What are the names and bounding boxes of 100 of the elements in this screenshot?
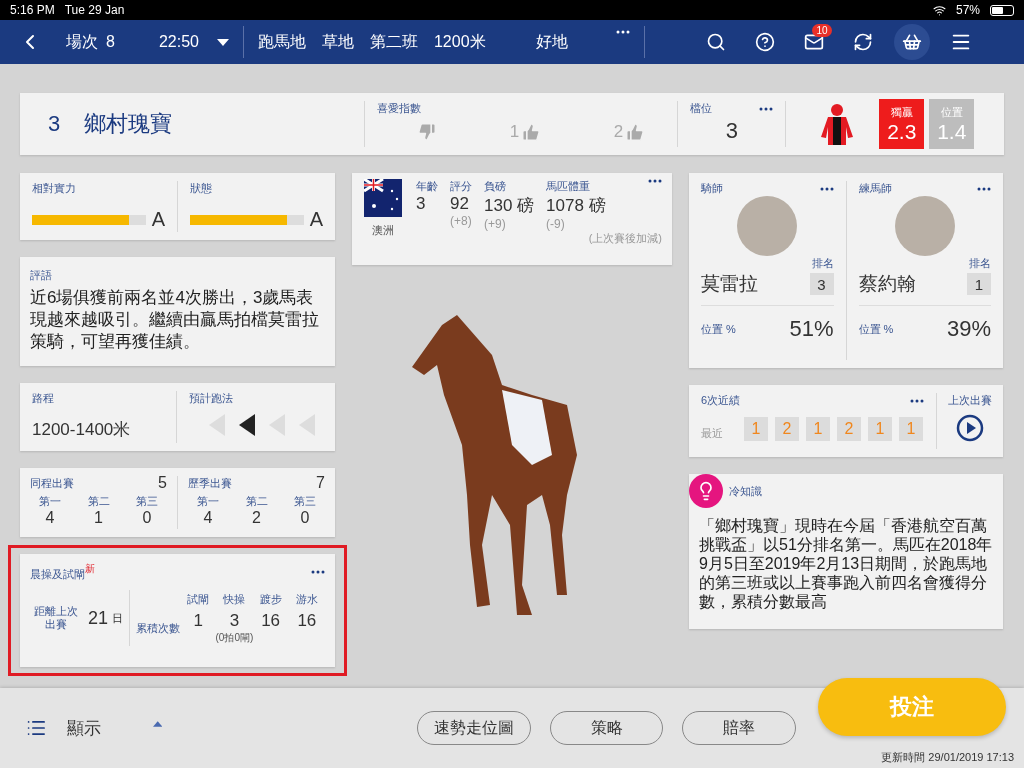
trivia-text: 「鄉村瑰寶」現時在今屆「香港航空百萬挑戰盃」以51分排名第一。馬匹在2018年9月5日至2019年2月13日期間，於跑馬地的第三班或以上賽事跑入前四名會獲得分數，累積分數最高	[699, 516, 993, 611]
result-position: 1	[868, 416, 892, 441]
stat-value: 1078 磅	[546, 195, 606, 217]
more-icon[interactable]	[819, 186, 834, 191]
place-count: 4	[203, 509, 213, 527]
status-date: Tue 29 Jan	[64, 3, 125, 17]
recent-form-title: 6次近績	[701, 393, 741, 408]
stat-label: 評分	[450, 179, 472, 194]
race-number: 8	[106, 33, 115, 51]
stat-value: 92	[450, 194, 470, 214]
lightbulb-icon	[689, 474, 723, 508]
role-label: 練馬師	[858, 181, 892, 196]
trackwork-type: 快操	[223, 591, 246, 607]
trackwork-note: (0拍0閘)	[215, 630, 254, 645]
place-label: 第三	[136, 494, 158, 509]
stat-label: 負磅	[484, 179, 507, 194]
new-label: 新	[85, 563, 95, 574]
place-rate: 51%	[789, 316, 834, 342]
record-title: 歷季出賽	[188, 475, 232, 491]
trackwork-count: 16	[297, 610, 317, 631]
refresh-icon	[852, 32, 873, 52]
caret-icon[interactable]	[216, 38, 229, 46]
wifi-icon	[932, 3, 946, 17]
more-icon[interactable]	[977, 186, 991, 191]
play-icon[interactable]	[956, 414, 984, 442]
race-label: 場次	[66, 31, 98, 52]
display-label[interactable]: 顯示	[66, 716, 101, 740]
more-icon[interactable]	[615, 30, 630, 34]
result-position: 1	[899, 416, 923, 441]
count-label: 累積次數	[136, 620, 181, 636]
more-icon[interactable]	[910, 398, 924, 403]
jersey-icon	[820, 103, 855, 145]
more-icon[interactable]	[759, 106, 774, 111]
horse-name: 鄉村瑰寶	[84, 110, 174, 138]
result-position: 2	[837, 416, 861, 441]
battery-percent: 57%	[955, 3, 980, 17]
more-icon[interactable]	[648, 179, 662, 183]
race-info: 1200米	[433, 31, 486, 52]
trackwork-type: 踱步	[259, 591, 282, 607]
record-total: 7	[316, 474, 325, 492]
trackwork-type: 試閘	[187, 591, 210, 607]
stat-change: (+8)	[450, 214, 472, 228]
trackwork-count: 16	[261, 610, 281, 631]
rank-label: 排名	[811, 256, 834, 271]
result-position: 1	[744, 416, 768, 441]
clock-time: 5:16 PM	[10, 3, 55, 17]
comment-title: 評語	[30, 269, 52, 281]
place-count: 4	[45, 509, 55, 527]
place-rate: 39%	[946, 316, 991, 342]
place-count: 0	[300, 509, 310, 527]
rating-label: 狀態	[190, 181, 213, 196]
place-label: 第二	[87, 494, 110, 509]
record-title: 同程出賽	[30, 475, 74, 491]
person-name: 蔡約翰	[858, 272, 916, 296]
place-count: 0	[142, 509, 152, 527]
place-label: 第三	[294, 494, 316, 509]
person-name: 莫雷拉	[701, 272, 758, 296]
rating-label: 相對實力	[32, 181, 77, 196]
flag-icon	[364, 179, 402, 217]
race-time: 22:50	[158, 33, 199, 51]
place-count: 1	[94, 509, 103, 527]
rank-value: 3	[809, 273, 834, 295]
race-info: 跑馬地	[257, 31, 306, 52]
basket-button[interactable]	[893, 24, 930, 60]
rating-grade: A	[309, 208, 323, 231]
stat-value: 130 磅	[484, 195, 535, 217]
days-unit: 日	[112, 610, 124, 626]
last-race-label: 上次出賽	[948, 393, 992, 408]
place-label: 第一	[197, 494, 219, 509]
stat-footnote: (上次賽後加減)	[588, 231, 662, 246]
trackwork-count: 3	[229, 610, 240, 631]
horse-number: 3	[48, 111, 61, 137]
result-position: 2	[775, 416, 799, 441]
place-rate-label: 位置 %	[701, 321, 736, 337]
result-position: 1	[806, 416, 830, 441]
place-label: 第一	[39, 494, 61, 509]
race-info: 第二班	[369, 31, 418, 52]
record-total: 5	[158, 474, 167, 492]
since-last-days: 21	[88, 607, 109, 629]
stat-value: 3	[416, 194, 427, 214]
country-label: 澳洲	[372, 223, 394, 238]
update-time: 更新時間 29/01/2019 17:13	[881, 750, 1014, 765]
track-going: 好地	[535, 31, 568, 52]
favour-label: 喜愛指數	[377, 101, 423, 116]
odds-box[interactable]: 獨贏 2.3	[879, 99, 925, 149]
race-info: 草地	[321, 31, 354, 52]
battery-icon	[990, 4, 1014, 16]
mail-icon	[803, 32, 824, 52]
since-last-label: 距離上次出賽	[33, 605, 79, 632]
more-icon[interactable]	[311, 570, 325, 575]
notification-count: 10	[812, 24, 832, 37]
comment-text: 近6場俱獲前兩名並4次勝出，3歲馬表現越來越吸引。繼續由贏馬拍檔莫雷拉策騎，可望再獲佳績。	[30, 287, 320, 353]
stat-label: 馬匹體重	[546, 179, 592, 194]
draw-label: 檔位	[690, 101, 713, 116]
trackwork-count: 1	[193, 610, 203, 631]
distance-label: 路程	[32, 391, 55, 406]
trackwork-type: 游水	[295, 591, 318, 607]
mail-button[interactable]: 10	[795, 24, 832, 60]
rating-grade: A	[151, 208, 165, 231]
draw-value: 3	[725, 118, 738, 144]
